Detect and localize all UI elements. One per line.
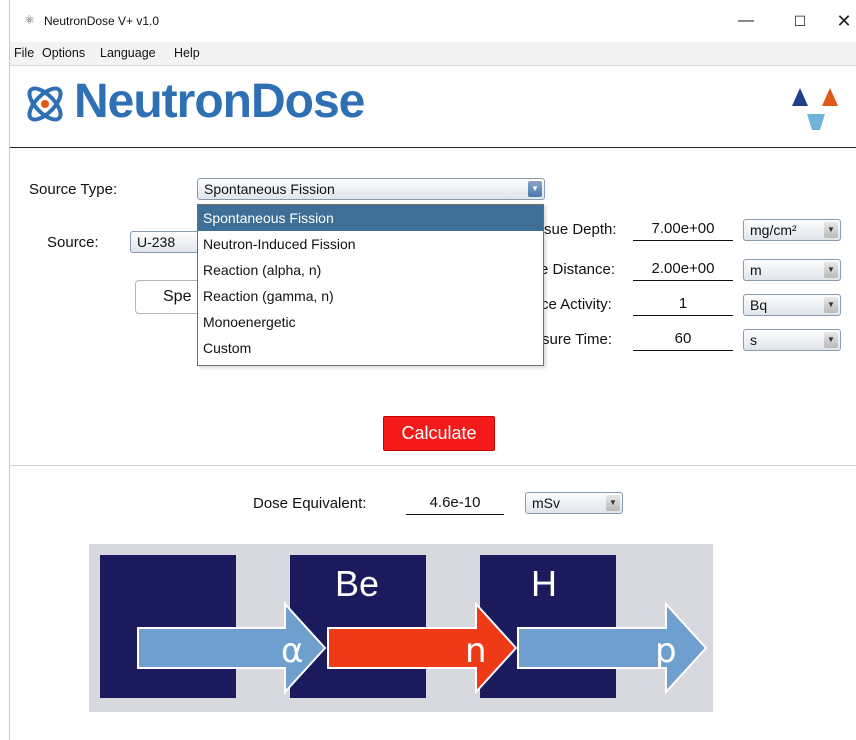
menu-file[interactable]: File: [14, 46, 34, 60]
source-label: Source:: [47, 234, 99, 251]
chevron-down-icon: ▼: [824, 332, 838, 348]
proton-label: p: [655, 631, 677, 671]
reaction-diagram-svg: Be H α n p: [100, 555, 708, 698]
dose-unit-select[interactable]: mSv ▼: [525, 492, 623, 514]
tissue-depth-label: sue Depth:: [544, 221, 617, 238]
dropdown-option-reaction-gamma-n[interactable]: Reaction (gamma, n): [198, 283, 543, 309]
tissue-depth-unit-select[interactable]: mg/cm² ▼: [743, 219, 841, 241]
activity-label: ce Activity:: [541, 296, 612, 313]
dropdown-option-monoenergetic[interactable]: Monoenergetic: [198, 309, 543, 335]
source-type-value: Spontaneous Fission: [204, 181, 335, 197]
maximize-button[interactable]: ☐: [780, 8, 820, 34]
neutron-label: n: [465, 631, 487, 671]
dropdown-option-neutron-induced-fission[interactable]: Neutron-Induced Fission: [198, 231, 543, 257]
source-select[interactable]: U-238: [130, 231, 200, 253]
minimize-button[interactable]: —: [726, 8, 766, 34]
chevron-down-icon: ▼: [824, 262, 838, 278]
source-type-select[interactable]: Spontaneous Fission ▼: [197, 178, 545, 200]
distance-unit-select[interactable]: m ▼: [743, 259, 841, 281]
activity-unit: Bq: [750, 297, 768, 313]
activity-field[interactable]: 1: [633, 294, 733, 316]
alpha-source-box: [100, 555, 236, 698]
title-bar: ⚛ NeutronDose V+ v1.0 — ☐ ✕: [10, 0, 856, 42]
tissue-depth-field[interactable]: 7.00e+00: [633, 219, 733, 241]
app-logo-text: NeutronDose: [74, 75, 365, 128]
distance-field[interactable]: 2.00e+00: [633, 259, 733, 281]
radiation-logo-icon: [792, 88, 838, 130]
time-label: sure Time:: [542, 331, 613, 348]
reaction-diagram: Be H α n p: [89, 544, 713, 712]
window-title: NeutronDose V+ v1.0: [44, 14, 160, 28]
menu-language[interactable]: Language: [100, 46, 156, 60]
source-value: U-238: [137, 234, 176, 250]
dose-equivalent-value: 4.6e-10: [406, 493, 504, 515]
source-type-label: Source Type:: [29, 181, 118, 198]
chevron-down-icon: ▼: [824, 222, 838, 238]
source-type-dropdown-list: Spontaneous Fission Neutron-Induced Fiss…: [197, 204, 544, 366]
menu-help[interactable]: Help: [174, 46, 200, 60]
app-header: NeutronDose: [10, 66, 856, 148]
alpha-label: α: [281, 631, 303, 671]
close-button[interactable]: ✕: [824, 8, 856, 34]
chevron-down-icon: ▼: [606, 495, 620, 511]
dropdown-option-custom[interactable]: Custom: [198, 335, 543, 361]
atom-logo-icon: [27, 86, 63, 122]
dose-unit: mSv: [532, 495, 560, 511]
dose-equivalent-label: Dose Equivalent:: [253, 495, 367, 512]
time-field[interactable]: 60: [633, 329, 733, 351]
chevron-down-icon: ▼: [528, 181, 542, 197]
dropdown-option-reaction-alpha-n[interactable]: Reaction (alpha, n): [198, 257, 543, 283]
distance-unit: m: [750, 262, 762, 278]
calculate-button[interactable]: Calculate: [383, 416, 495, 451]
menu-bar: File Options Language Help: [10, 42, 856, 66]
menu-options[interactable]: Options: [42, 46, 85, 60]
distance-label: e Distance:: [540, 261, 616, 278]
hydrogen-label: H: [531, 563, 557, 604]
atom-app-icon: ⚛: [24, 13, 35, 27]
activity-unit-select[interactable]: Bq ▼: [743, 294, 841, 316]
time-unit: s: [750, 332, 757, 348]
chevron-down-icon: ▼: [824, 297, 838, 313]
section-divider: [10, 465, 856, 466]
tissue-depth-unit: mg/cm²: [750, 222, 797, 238]
beryllium-label: Be: [335, 563, 379, 604]
dropdown-option-spontaneous-fission[interactable]: Spontaneous Fission: [198, 205, 543, 231]
time-unit-select[interactable]: s ▼: [743, 329, 841, 351]
app-window: ⚛ NeutronDose V+ v1.0 — ☐ ✕ File Options…: [9, 0, 856, 740]
